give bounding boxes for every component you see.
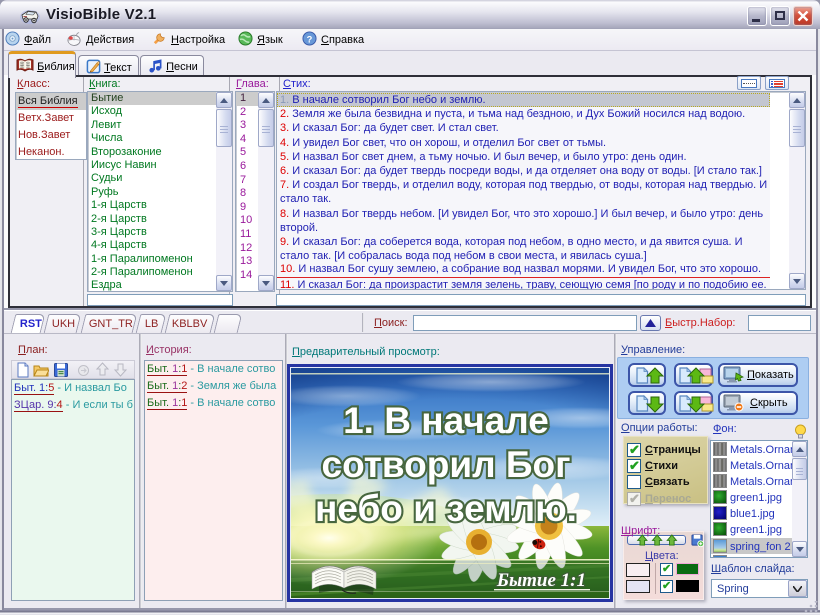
svg-text:?: ? — [307, 34, 313, 44]
svg-text:небо и землю.: небо и землю. — [315, 488, 577, 529]
svg-text:Бытие 1:1: Бытие 1:1 — [496, 570, 586, 591]
svg-text:сотворил Бог: сотворил Бог — [322, 444, 571, 485]
svg-text:1. В начале: 1. В начале — [343, 400, 549, 441]
